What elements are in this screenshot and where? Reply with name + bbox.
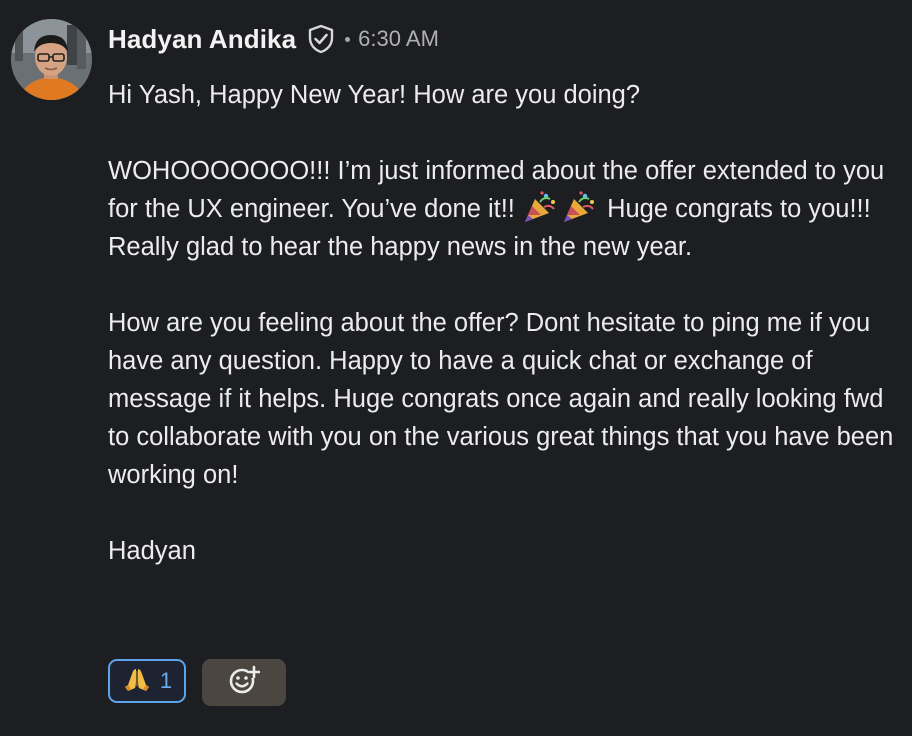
message-paragraph: WOHOOOOOOO!!! I’m just informed about th… bbox=[108, 152, 898, 266]
party-popper-icon bbox=[522, 190, 558, 224]
folded-hands-icon bbox=[122, 665, 152, 698]
chat-message: Hadyan Andika 6:30 AM Hi Yash, Happy New… bbox=[0, 0, 912, 736]
message-signature: Hadyan bbox=[108, 537, 196, 565]
avatar-image bbox=[11, 19, 92, 100]
add-reaction-smiley-icon bbox=[228, 665, 261, 700]
avatar[interactable] bbox=[11, 19, 92, 100]
message-paragraph: Hi Yash, Happy New Year! How are you doi… bbox=[108, 81, 641, 109]
party-popper-icon bbox=[561, 190, 597, 224]
message-body: Hi Yash, Happy New Year! How are you doi… bbox=[108, 76, 898, 570]
message-header: Hadyan Andika 6:30 AM bbox=[108, 20, 439, 58]
separator-dot bbox=[345, 36, 351, 42]
reactions-bar: 1 bbox=[108, 659, 286, 706]
author-name[interactable]: Hadyan Andika bbox=[108, 24, 296, 55]
message-paragraph: How are you feeling about the offer? Don… bbox=[108, 309, 894, 489]
reaction-count: 1 bbox=[159, 668, 173, 693]
shield-check-icon bbox=[306, 23, 336, 55]
timestamp: 6:30 AM bbox=[358, 26, 439, 51]
reaction-pill[interactable]: 1 bbox=[108, 659, 186, 703]
add-reaction-button[interactable] bbox=[202, 659, 286, 706]
